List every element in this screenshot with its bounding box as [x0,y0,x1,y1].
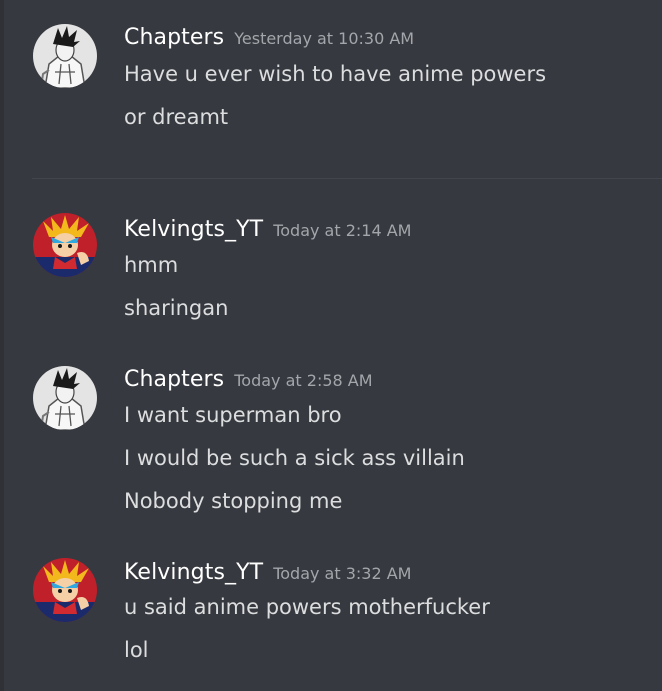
message-divider [32,178,662,179]
message-text: u said anime powers motherfucker [124,595,490,619]
username[interactable]: Kelvingts_YT [124,217,263,242]
message-header: Chapters Yesterday at 10:30 AM [124,27,414,49]
message-text: I want superman bro [124,403,342,427]
message-text: hmm [124,253,179,277]
avatar[interactable] [33,558,97,622]
message-text: or dreamt [124,105,229,129]
message-text: lol [124,638,149,662]
message-header: Kelvingts_YT Today at 2:14 AM [124,219,411,241]
timestamp[interactable]: Today at 2:58 AM [234,371,372,390]
username[interactable]: Kelvingts_YT [124,560,263,585]
avatar[interactable] [33,213,97,277]
username[interactable]: Chapters [124,367,224,392]
anime-character-grayscale-icon [33,366,97,430]
message-text: Nobody stopping me [124,489,343,513]
message-header: Chapters Today at 2:58 AM [124,369,373,391]
message-text: sharingan [124,296,229,320]
timestamp[interactable]: Today at 2:14 AM [273,221,411,240]
avatar[interactable] [33,24,97,88]
avatar[interactable] [33,366,97,430]
username[interactable]: Chapters [124,25,224,50]
anime-character-color-icon [33,558,97,622]
timestamp[interactable]: Today at 3:32 AM [273,564,411,583]
message-text: I would be such a sick ass villain [124,446,465,470]
timestamp[interactable]: Yesterday at 10:30 AM [234,29,414,48]
anime-character-color-icon [33,213,97,277]
message-text: Have u ever wish to have anime powers [124,62,547,86]
chat-message-list: Chapters Yesterday at 10:30 AM Have u eve… [0,0,662,691]
anime-character-grayscale-icon [33,24,97,88]
message-header: Kelvingts_YT Today at 3:32 AM [124,562,411,584]
